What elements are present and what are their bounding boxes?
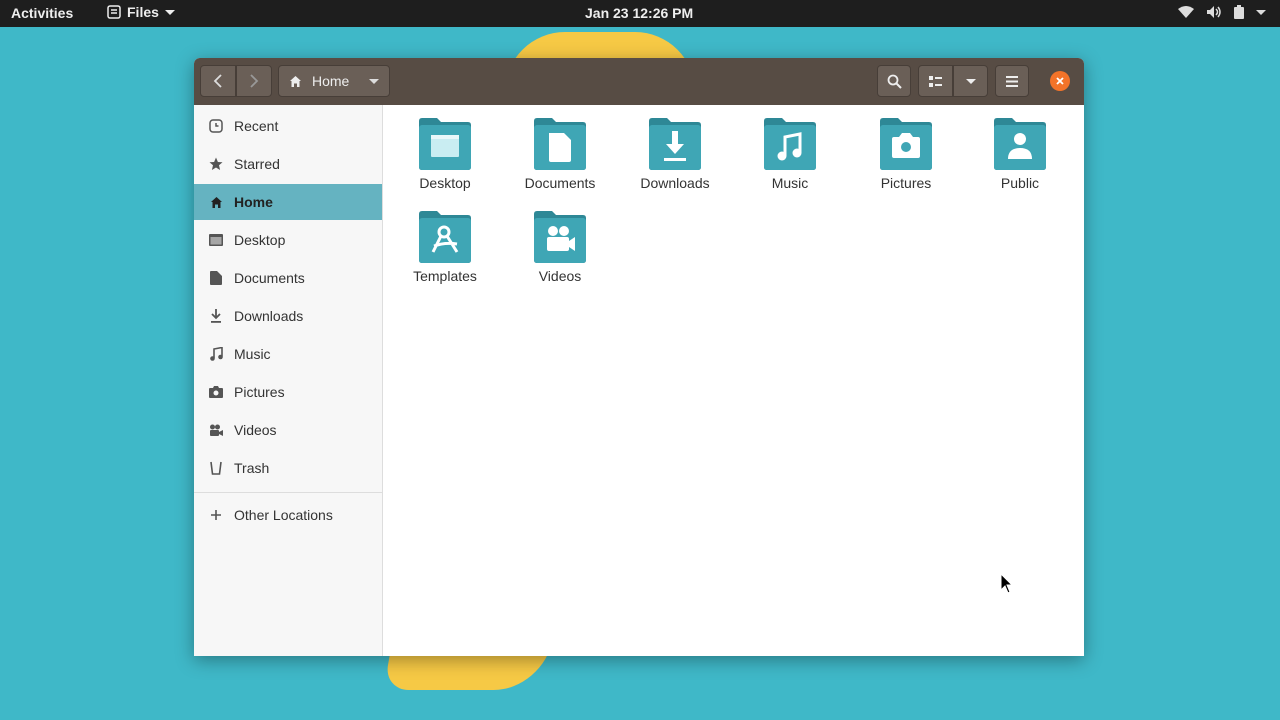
sidebar-item-recent[interactable]: Recent xyxy=(194,108,382,144)
download-icon xyxy=(208,308,224,324)
chevron-down-icon xyxy=(369,79,379,84)
folder-item-public[interactable]: Public xyxy=(970,105,1070,191)
path-label: Home xyxy=(312,73,350,89)
folder-label: Pictures xyxy=(880,175,932,191)
folder-label: Desktop xyxy=(419,175,471,191)
music-folder-icon xyxy=(764,118,816,170)
documents-folder-icon xyxy=(534,118,586,170)
sidebar-item-label: Pictures xyxy=(234,384,285,400)
sidebar-item-label: Starred xyxy=(234,156,280,172)
plus-icon xyxy=(208,507,224,523)
clock-icon xyxy=(208,118,224,134)
pictures-folder-icon xyxy=(880,118,932,170)
folder-label: Downloads xyxy=(640,175,710,191)
sidebar-item-label: Music xyxy=(234,346,271,362)
forward-button[interactable] xyxy=(236,65,272,97)
folder-label: Music xyxy=(771,175,809,191)
templates-folder-icon xyxy=(419,211,471,263)
home-icon xyxy=(208,194,224,210)
folder-item-videos[interactable]: Videos xyxy=(510,198,610,284)
home-icon xyxy=(290,75,301,87)
list-view-icon xyxy=(929,75,942,87)
folder-item-music[interactable]: Music xyxy=(740,105,840,191)
chevron-down-icon xyxy=(164,9,175,15)
folder-item-documents[interactable]: Documents xyxy=(510,105,610,191)
sidebar-item-label: Videos xyxy=(234,422,277,438)
sidebar-item-downloads[interactable]: Downloads xyxy=(194,298,382,334)
header-bar: Home xyxy=(194,58,1084,105)
sidebar-item-label: Home xyxy=(234,194,273,210)
sidebar-item-label: Desktop xyxy=(234,232,286,248)
chevron-left-icon xyxy=(213,74,222,88)
sidebar-item-desktop[interactable]: Desktop xyxy=(194,222,382,258)
sidebar-item-other-locations[interactable]: Other Locations xyxy=(194,497,382,533)
star-icon xyxy=(208,156,224,172)
sidebar-item-label: Recent xyxy=(234,118,279,134)
chevron-down-icon xyxy=(965,78,976,84)
system-tray[interactable] xyxy=(1178,5,1266,19)
folder-label: Documents xyxy=(524,175,596,191)
public-folder-icon xyxy=(994,118,1046,170)
sidebar-item-pictures[interactable]: Pictures xyxy=(194,374,382,410)
folder-item-desktop[interactable]: Desktop xyxy=(395,105,495,191)
videos-folder-icon xyxy=(534,211,586,263)
sidebar-item-documents[interactable]: Documents xyxy=(194,260,382,296)
folder-label: Public xyxy=(1000,175,1040,191)
wifi-icon xyxy=(1178,6,1194,18)
main-menu-button[interactable] xyxy=(995,65,1029,97)
search-icon xyxy=(887,74,902,89)
downloads-folder-icon xyxy=(649,118,701,170)
folder-item-templates[interactable]: Templates xyxy=(395,198,495,284)
trash-icon xyxy=(208,460,224,476)
folder-item-pictures[interactable]: Pictures xyxy=(856,105,956,191)
chevron-down-icon xyxy=(1256,9,1266,15)
sidebar-item-label: Downloads xyxy=(234,308,304,324)
hamburger-icon xyxy=(1006,75,1018,87)
folder-label: Templates xyxy=(413,268,477,284)
files-app-icon xyxy=(107,5,121,19)
path-bar-home[interactable]: Home xyxy=(278,65,390,97)
sidebar-item-videos[interactable]: Videos xyxy=(194,412,382,448)
document-icon xyxy=(208,270,224,286)
close-button[interactable] xyxy=(1050,71,1070,91)
sidebar-divider xyxy=(194,492,382,493)
battery-icon xyxy=(1234,5,1244,19)
sidebar-item-home[interactable]: Home xyxy=(194,184,382,220)
top-bar: Activities Files Jan 23 12:26 PM xyxy=(0,0,1280,27)
close-icon xyxy=(1056,77,1064,85)
folder-label: Videos xyxy=(538,268,582,284)
music-icon xyxy=(208,346,224,362)
files-window: Home Recent Starred Home Desktop Documen… xyxy=(194,58,1084,656)
video-icon xyxy=(208,422,224,438)
volume-icon xyxy=(1207,6,1221,18)
sidebar-item-label: Trash xyxy=(234,460,270,476)
view-options-button[interactable] xyxy=(953,65,988,97)
sidebar-item-starred[interactable]: Starred xyxy=(194,146,382,182)
sidebar-item-label: Other Locations xyxy=(234,507,333,523)
sidebar-item-label: Documents xyxy=(234,270,305,286)
folder-item-downloads[interactable]: Downloads xyxy=(625,105,725,191)
camera-icon xyxy=(208,384,224,400)
mouse-cursor-icon xyxy=(1000,573,1014,594)
sidebar-item-trash[interactable]: Trash xyxy=(194,450,382,486)
desktop-icon xyxy=(208,232,224,248)
sidebar-item-music[interactable]: Music xyxy=(194,336,382,372)
view-toggle-button[interactable] xyxy=(918,65,953,97)
clock[interactable]: Jan 23 12:26 PM xyxy=(585,5,693,21)
app-menu-label: Files xyxy=(127,4,159,20)
chevron-right-icon xyxy=(250,74,259,88)
back-button[interactable] xyxy=(200,65,236,97)
file-view: Desktop Documents Downloads Music Pictur… xyxy=(383,105,1084,656)
desktop-folder-icon xyxy=(419,118,471,170)
sidebar: Recent Starred Home Desktop Documents Do… xyxy=(194,105,383,656)
app-menu[interactable]: Files xyxy=(107,4,175,20)
search-button[interactable] xyxy=(877,65,911,97)
activities-button[interactable]: Activities xyxy=(11,5,73,21)
